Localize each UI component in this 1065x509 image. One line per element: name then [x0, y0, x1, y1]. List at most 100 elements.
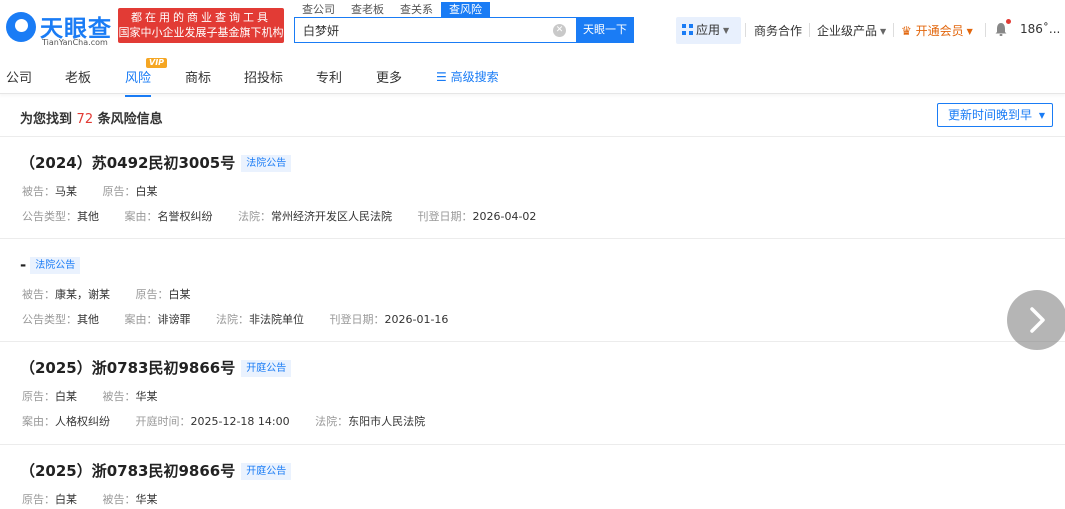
filter-icon: ☰	[436, 70, 447, 84]
chevron-right-icon	[1030, 307, 1045, 333]
divider	[809, 23, 810, 37]
field-label: 被告：	[102, 390, 136, 403]
entry-parties-row: 原告：白某 被告：华某	[22, 388, 180, 404]
result-count: 72	[76, 112, 94, 127]
case-type-tag: 法院公告	[30, 257, 81, 274]
result-suffix: 条风险信息	[97, 112, 163, 127]
field-label: 法院：	[216, 313, 249, 326]
risk-list-item[interactable]: - 法院公告 被告：康某，谢某 原告：白某 公告类型：其他 案由：诽谤罪 法院：非…	[0, 239, 1065, 342]
risk-list-item[interactable]: （2025）浙0783民初9866号 开庭公告 原告：白某 被告：华某 案由：人格…	[0, 342, 1065, 445]
logo-url: TianYanCha.com	[42, 38, 108, 47]
crown-icon: ♛	[901, 24, 912, 38]
open-vip-menu[interactable]: ♛ 开通会员 ▼	[901, 22, 973, 39]
divider	[893, 23, 894, 37]
field-value: 其他	[77, 210, 99, 223]
field-value[interactable]: 白某	[136, 185, 158, 198]
search-tab-relation[interactable]: 查关系	[392, 2, 441, 17]
result-count-text: 为您找到 72 条风险信息	[20, 108, 163, 127]
business-cooperation-link[interactable]: 商务合作	[754, 22, 802, 39]
nav-trademark[interactable]: 商标	[185, 67, 211, 86]
field-value[interactable]: 白某	[169, 288, 191, 301]
field-label: 原告：	[22, 390, 55, 403]
chevron-down-icon: ▼	[966, 27, 973, 36]
field-value: 其他	[77, 313, 99, 326]
top-header: 天眼查 TianYanCha.com 都在用的商业查询工具 国家中小企业发展子基…	[0, 0, 1065, 58]
risk-list-item[interactable]: （2025）浙0783民初9866号 开庭公告 原告：白某 被告：华某	[0, 445, 1065, 509]
search-tab-boss[interactable]: 查老板	[343, 2, 392, 17]
enterprise-label: 企业级产品	[817, 24, 878, 38]
case-type-tag: 开庭公告	[241, 463, 292, 480]
field-value[interactable]: 华某	[136, 493, 158, 506]
case-title[interactable]: - 法院公告	[20, 256, 81, 274]
divider	[745, 23, 746, 37]
user-account-menu[interactable]: 186˚...	[1020, 22, 1060, 36]
apps-label: 应用	[696, 23, 721, 37]
field-label: 公告类型：	[22, 210, 77, 223]
case-type-tag: 开庭公告	[241, 360, 292, 377]
slogan-banner[interactable]: 都在用的商业查询工具 国家中小企业发展子基金旗下机构	[118, 8, 284, 43]
field-label: 原告：	[102, 185, 136, 198]
field-value: 东阳市人民法院	[348, 415, 426, 428]
enterprise-products-menu[interactable]: 企业级产品 ▼	[817, 22, 886, 39]
field-label: 案由：	[124, 210, 158, 223]
case-number: （2025）浙0783民初9866号	[20, 462, 236, 480]
nav-risk[interactable]: 风险	[125, 67, 152, 97]
nav-boss[interactable]: 老板	[65, 67, 91, 86]
slogan-line-1: 都在用的商业查询工具	[131, 11, 271, 24]
field-value[interactable]: 马某	[55, 185, 77, 198]
search-tab-risk[interactable]: 查风险	[441, 2, 490, 17]
field-value: 人格权纠纷	[55, 415, 110, 428]
field-label: 被告：	[102, 493, 136, 506]
search-input[interactable]	[303, 23, 533, 37]
field-label: 法院：	[315, 415, 349, 428]
divider	[985, 23, 986, 37]
site-logo[interactable]: 天眼查 TianYanCha.com	[6, 8, 114, 48]
result-summary-bar: 为您找到 72 条风险信息 更新时间晚到早 ▼	[0, 95, 1065, 137]
entry-details-row: 案由：人格权纠纷 开庭时间：2025-12-18 14:00 法院：东阳市人民法…	[22, 413, 447, 429]
search-button[interactable]: 天眼一下	[576, 17, 634, 43]
apps-grid-icon	[682, 24, 693, 35]
field-label: 开庭时间：	[135, 415, 191, 428]
result-prefix: 为您找到	[20, 112, 73, 127]
nav-more[interactable]: 更多	[376, 67, 402, 86]
field-value: 常州经济开发区人民法院	[271, 210, 392, 223]
sort-label: 更新时间晚到早	[948, 108, 1033, 122]
search-box: ✕	[294, 17, 576, 43]
entry-parties-row: 被告：康某，谢某 原告：白某	[22, 286, 213, 302]
nav-patent[interactable]: 专利	[316, 67, 342, 86]
nav-company[interactable]: 公司	[6, 67, 32, 86]
case-type-tag: 法院公告	[241, 155, 292, 172]
field-label: 刊登日期：	[329, 313, 385, 326]
case-title[interactable]: （2025）浙0783民初9866号 开庭公告	[20, 460, 292, 481]
entry-details-row: 公告类型：其他 案由：名誉权纠纷 法院：常州经济开发区人民法院 刊登日期：202…	[22, 208, 558, 224]
chevron-down-icon: ▼	[723, 26, 730, 35]
apps-menu-button[interactable]: 应用 ▼	[676, 17, 741, 44]
advanced-search-label: 高级搜索	[450, 70, 499, 84]
notification-dot	[1006, 19, 1011, 24]
case-number: -	[20, 256, 27, 274]
next-page-button[interactable]	[1007, 290, 1065, 350]
chevron-down-icon: ▼	[1038, 111, 1045, 120]
search-tab-company[interactable]: 查公司	[294, 2, 343, 17]
advanced-search-link[interactable]: ☰ 高级搜索	[436, 68, 499, 85]
entry-parties-row: 原告：白某 被告：华某	[22, 491, 180, 507]
field-value: 名誉权纠纷	[157, 210, 213, 223]
sort-dropdown[interactable]: 更新时间晚到早 ▼	[937, 103, 1053, 127]
chevron-down-icon: ▼	[880, 27, 887, 36]
field-value[interactable]: 康某，谢某	[55, 288, 110, 301]
risk-list-item[interactable]: （2024）苏0492民初3005号 法院公告 被告：马某 原告：白某 公告类型：…	[0, 137, 1065, 239]
field-value[interactable]: 华某	[136, 390, 158, 403]
field-value[interactable]: 白某	[55, 390, 77, 403]
field-label: 案由：	[124, 313, 158, 326]
vip-label: 开通会员	[915, 24, 964, 38]
case-title[interactable]: （2024）苏0492民初3005号 法院公告	[20, 152, 292, 173]
nav-bidding[interactable]: 招投标	[244, 67, 283, 86]
case-number: （2024）苏0492民初3005号	[20, 154, 236, 172]
case-number: （2025）浙0783民初9866号	[20, 359, 236, 377]
field-value[interactable]: 白某	[55, 493, 77, 506]
clear-icon[interactable]: ✕	[553, 24, 566, 37]
case-title[interactable]: （2025）浙0783民初9866号 开庭公告	[20, 357, 292, 378]
vip-badge: VIP	[146, 58, 168, 68]
field-label: 刊登日期：	[417, 210, 473, 223]
field-label: 公告类型：	[22, 313, 77, 326]
